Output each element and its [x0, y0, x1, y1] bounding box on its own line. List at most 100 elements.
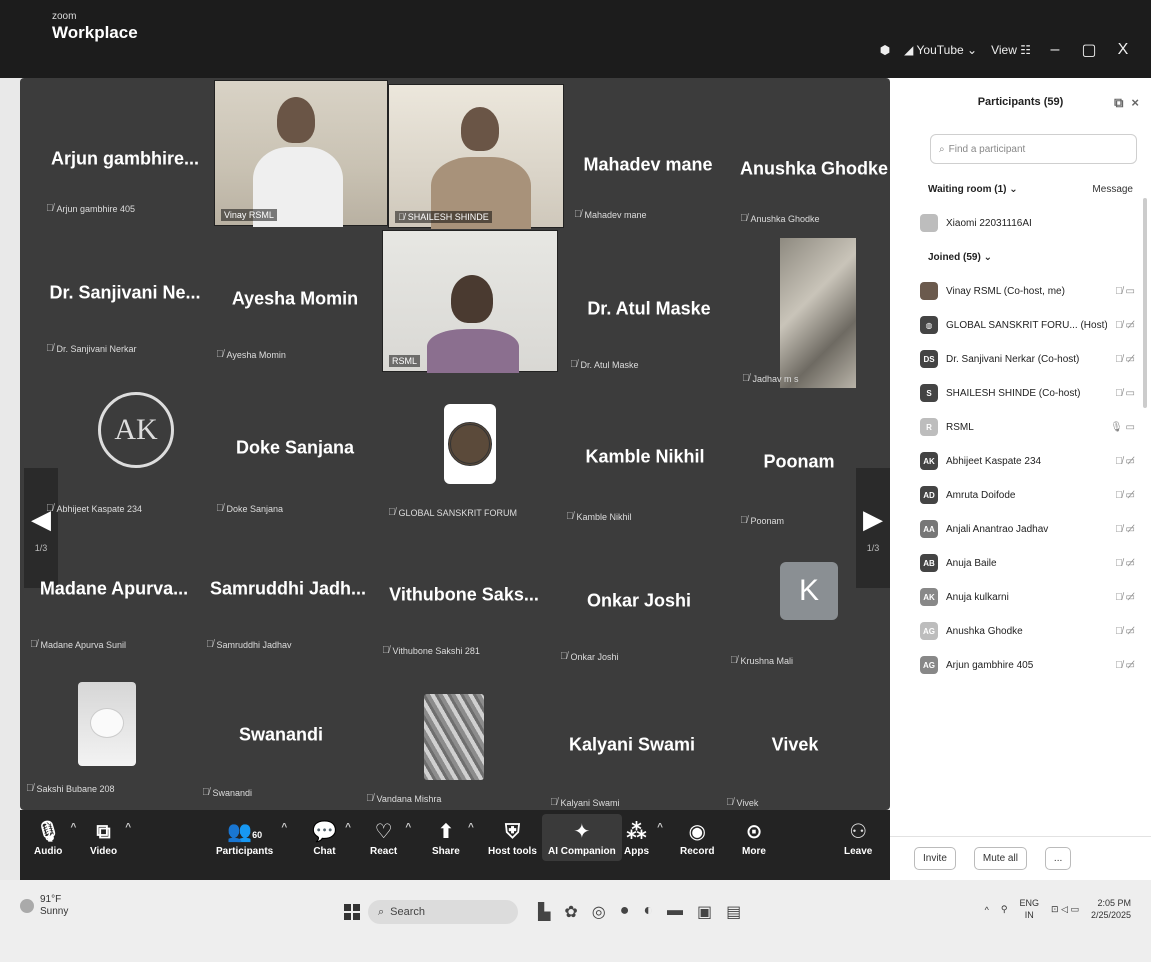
video-tile[interactable]: Dr. Sanjivani Ne... 🎙̸ Dr. Sanjivani Nerk… [40, 238, 210, 358]
chevron-up-icon[interactable]: ^ [657, 822, 663, 833]
list-item[interactable]: Vinay RSML (Co-host, me) 🎙̸ ▭ [890, 274, 1151, 308]
chat-button[interactable]: 💬 Chat ^ [312, 818, 351, 857]
document-icon[interactable]: ▤ [726, 902, 741, 922]
video-tile[interactable]: 🎙̸ GLOBAL SANSKRIT FORUM [382, 388, 558, 522]
message-button[interactable]: Message [1092, 184, 1133, 195]
video-tile[interactable]: 🎙̸ SHAILESH SHINDE [388, 84, 564, 229]
view-menu[interactable]: View ☷ [991, 43, 1031, 57]
chevron-up-icon[interactable]: ^ [345, 822, 351, 833]
video-tile[interactable]: Doke Sanjana 🎙̸ Doke Sanjana [210, 388, 380, 518]
mic-camera-status-icon: 🎙̸ ▭̸ [1115, 625, 1135, 637]
video-tile[interactable]: Mahadev mane 🎙̸ Mahadev mane [568, 114, 728, 224]
react-label: React [370, 846, 398, 857]
video-tile[interactable]: Poonam 🎙̸ Poonam [734, 404, 864, 530]
video-tile[interactable]: Kalyani Swami 🎙̸ Kalyani Swami [544, 688, 720, 810]
video-tile[interactable]: Vivek 🎙̸ Vivek [720, 688, 870, 810]
chevron-up-icon[interactable]: ^ [985, 905, 989, 915]
video-tile[interactable]: Kamble Nikhil 🎙̸ Kamble Nikhil [560, 398, 730, 526]
list-item[interactable]: S SHAILESH SHINDE (Co-host) 🎙̸ ▭ [890, 376, 1151, 410]
video-tile[interactable]: Vithubone Saks... 🎙̸ Vithubone Sakshi 281 [376, 540, 552, 660]
audio-button[interactable]: 🎙 Audio ^ [34, 818, 76, 857]
language-indicator[interactable]: ENG IN [1019, 898, 1039, 921]
participant-name: Ayesha Momin [231, 288, 359, 309]
muted-mic-icon: 🎙̸ [726, 797, 734, 808]
chevron-up-icon[interactable]: ^ [405, 822, 411, 833]
chevron-up-icon[interactable]: ^ [468, 822, 474, 833]
video-tile[interactable]: Arjun gambhire... 🎙̸ Arjun gambhire 405 [40, 108, 210, 218]
maximize-button[interactable]: ▢ [1079, 40, 1099, 60]
copilot-icon[interactable]: ✿ [564, 902, 577, 922]
list-item[interactable]: ◍ GLOBAL SANSKRIT FORU... (Host) 🎙̸ ▭̸ [890, 308, 1151, 342]
chevron-up-icon[interactable]: ^ [70, 822, 76, 833]
video-button[interactable]: ⧉ Video ^ [90, 818, 131, 857]
avatar [920, 282, 938, 300]
video-tile[interactable]: Vinay RSML [214, 80, 388, 227]
ai-companion-button[interactable]: ✦ AI Companion [542, 814, 622, 861]
list-item[interactable]: AD Amruta Doifode 🎙̸ ▭̸ [890, 478, 1151, 512]
leave-button[interactable]: ⚇ Leave [844, 818, 872, 857]
video-tile[interactable]: RSML [382, 230, 558, 373]
video-tile[interactable]: 🎙̸ Jadhav m s [736, 238, 858, 388]
host-tools-button[interactable]: ⛨ Host tools [488, 818, 537, 857]
mute-all-button[interactable]: Mute all [973, 847, 1027, 870]
share-button[interactable]: ⬆ Share ^ [432, 818, 474, 857]
record-button[interactable]: ◉ Record [680, 818, 714, 857]
zoom-app-icon[interactable]: ● [620, 902, 630, 922]
edge-icon[interactable]: ◐ [643, 902, 653, 922]
video-tile[interactable]: Onkar Joshi 🎙̸ Onkar Joshi [554, 546, 724, 666]
start-button[interactable] [344, 904, 360, 920]
youtube-menu[interactable]: ◢ YouTube ⌄ [904, 43, 977, 57]
video-tile[interactable]: 🎙̸ Vandana Mishra [360, 684, 536, 808]
word-icon[interactable]: ▣ [697, 902, 712, 922]
search-input[interactable]: ⌕ Find a participant [930, 134, 1137, 164]
waiting-room-header[interactable]: Waiting room (1) ⌄ Message [890, 172, 1151, 206]
video-tile[interactable]: K 🎙̸ Krushna Mali [724, 544, 874, 670]
close-icon[interactable]: × [1131, 95, 1139, 111]
more-button[interactable]: ⊙ More [742, 818, 766, 857]
chrome-icon[interactable]: ◎ [592, 902, 606, 922]
shield-icon[interactable]: ⬢ [880, 43, 890, 57]
chevron-up-icon[interactable]: ^ [281, 822, 287, 833]
video-tile[interactable]: Ayesha Momin 🎙̸ Ayesha Momin [210, 244, 380, 364]
video-tile[interactable]: 🎙̸ Sakshi Bubane 208 [20, 674, 196, 798]
clock[interactable]: 2:05 PM 2/25/2025 [1091, 898, 1131, 921]
video-tile[interactable]: Anushka Ghodke 🎙̸ Anushka Ghodke [734, 118, 890, 228]
more-label: More [742, 846, 766, 857]
more-options-button[interactable]: ... [1044, 847, 1072, 870]
list-item[interactable]: AG Arjun gambhire 405 🎙̸ ▭̸ [890, 648, 1151, 682]
participant-label: Madane Apurva Sunil [40, 639, 127, 650]
waiting-participant[interactable]: Xiaomi 22031116AI [890, 206, 1151, 240]
chevron-up-icon[interactable]: ^ [125, 822, 131, 833]
invite-button[interactable]: Invite [914, 847, 956, 870]
joined-header[interactable]: Joined (59) ⌄ [890, 240, 1151, 274]
avatar: AG [920, 622, 938, 640]
video-tile[interactable]: AK 🎙̸ Abhijeet Kaspate 234 [40, 378, 210, 518]
list-item[interactable]: AB Anuja Baile 🎙̸ ▭̸ [890, 546, 1151, 580]
scrollbar[interactable] [1143, 198, 1147, 408]
task-view-icon[interactable]: ▙ [538, 902, 550, 922]
taskbar-search[interactable]: ⌕ Search [368, 900, 518, 924]
pop-out-icon[interactable]: ⧉ [1114, 95, 1123, 111]
mic-camera-status-icon: 🎙̸ ▭ [1115, 285, 1135, 297]
video-tile[interactable]: Samruddhi Jadh... 🎙̸ Samruddhi Jadhav [200, 534, 376, 654]
list-item[interactable]: AK Abhijeet Kaspate 234 🎙̸ ▭̸ [890, 444, 1151, 478]
video-tile[interactable]: Dr. Atul Maske 🎙̸ Dr. Atul Maske [564, 254, 734, 374]
list-item[interactable]: R RSML 🎙 ▭ [890, 410, 1151, 444]
list-item[interactable]: AG Anushka Ghodke 🎙̸ ▭̸ [890, 614, 1151, 648]
list-item[interactable]: DS Dr. Sanjivani Nerkar (Co-host) 🎙̸ ▭̸ [890, 342, 1151, 376]
list-item[interactable]: AA Anjali Anantrao Jadhav 🎙̸ ▭̸ [890, 512, 1151, 546]
network-volume-battery-icon[interactable]: ⊡ ◁ ▭ [1051, 904, 1079, 915]
weather-widget[interactable]: 91°F Sunny [20, 894, 68, 918]
minimize-button[interactable]: – [1045, 41, 1065, 59]
file-explorer-icon[interactable]: ▬ [667, 902, 683, 922]
close-button[interactable]: X [1113, 41, 1133, 59]
apps-button[interactable]: ⁂ Apps ^ [624, 818, 663, 857]
react-button[interactable]: ♡ React ^ [370, 818, 411, 857]
video-tile[interactable]: Swanandi 🎙̸ Swanandi [196, 678, 366, 802]
location-icon[interactable]: ⚲ [1001, 904, 1008, 915]
youtube-label: YouTube [916, 43, 964, 57]
video-tile[interactable]: Madane Apurva... 🎙̸ Madane Apurva Sunil [24, 534, 204, 654]
list-item[interactable]: AK Anuja kulkarni 🎙̸ ▭̸ [890, 580, 1151, 614]
participant-label: GLOBAL SANSKRIT FORUM [398, 507, 518, 518]
participants-button[interactable]: 👥60 Participants ^ [216, 818, 287, 857]
